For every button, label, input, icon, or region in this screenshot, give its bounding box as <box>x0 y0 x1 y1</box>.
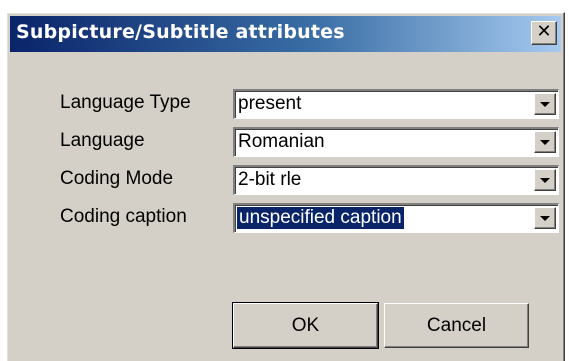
window-title: Subpicture/Subtitle attributes <box>16 21 345 43</box>
language-value: Romanian <box>238 131 325 152</box>
cancel-button[interactable]: Cancel <box>384 303 529 348</box>
ok-button[interactable]: OK <box>232 302 379 349</box>
dialog-window: Subpicture/Subtitle attributes ✕ Languag… <box>6 12 565 361</box>
coding-mode-label: Coding Mode <box>60 168 174 189</box>
chevron-down-icon[interactable] <box>534 207 556 229</box>
coding-mode-select[interactable]: 2-bit rle <box>233 165 559 195</box>
close-icon: ✕ <box>536 21 552 42</box>
coding-caption-label: Coding caption <box>60 206 187 227</box>
chevron-down-icon[interactable] <box>534 131 556 153</box>
title-bar[interactable]: Subpicture/Subtitle attributes ✕ <box>10 16 561 52</box>
chevron-down-icon[interactable] <box>534 169 556 191</box>
language-label: Language <box>60 130 145 151</box>
coding-mode-value: 2-bit rle <box>238 169 302 190</box>
chevron-down-icon[interactable] <box>534 93 556 115</box>
language-type-select[interactable]: present <box>233 89 559 119</box>
language-type-label: Language Type <box>60 92 191 113</box>
coding-caption-value: unspecified caption <box>237 207 404 229</box>
close-button[interactable]: ✕ <box>531 21 557 45</box>
language-select[interactable]: Romanian <box>233 127 559 157</box>
language-type-value: present <box>238 93 302 114</box>
coding-caption-select[interactable]: unspecified caption <box>233 203 559 233</box>
